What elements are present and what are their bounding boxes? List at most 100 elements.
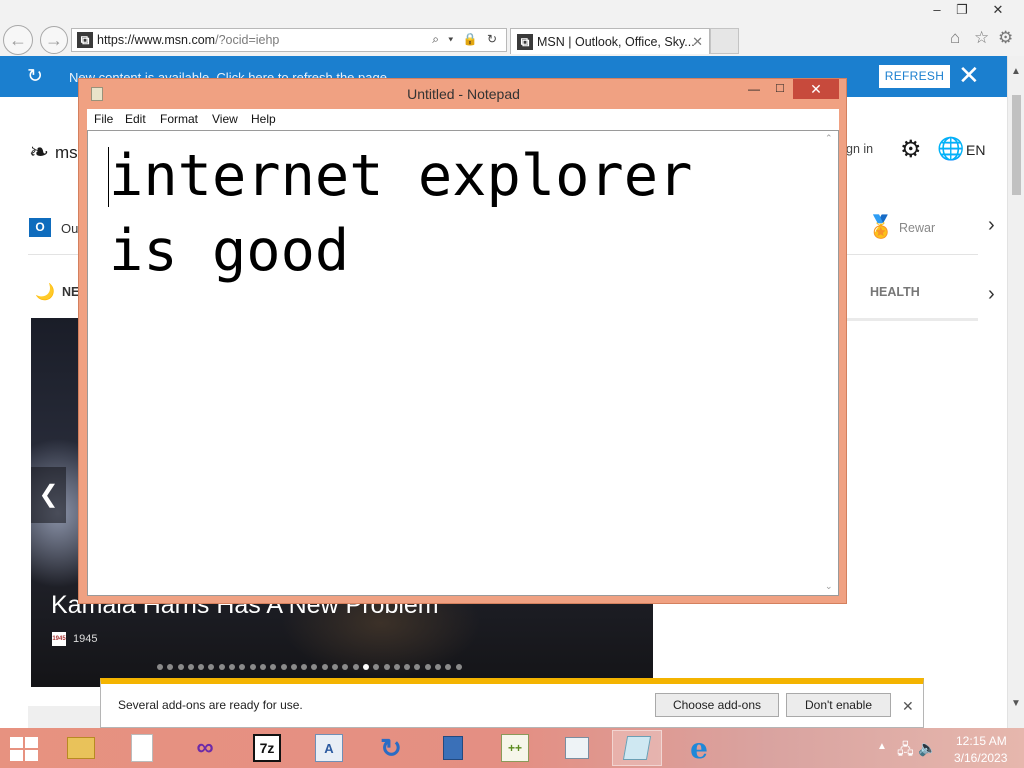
carousel-dot[interactable] [218,664,225,670]
carousel-dots[interactable] [157,664,527,672]
scroll-down-arrow-icon[interactable]: ▼ [1011,698,1021,709]
carousel-prev-button[interactable]: ❮ [31,467,66,523]
taskbar-remote-tools[interactable] [428,730,478,766]
menu-help[interactable]: Help [251,112,276,126]
notepad-minimize-button[interactable]: — [748,82,760,96]
window-restore-button[interactable]: ❐ [947,0,977,20]
carousel-dot[interactable] [239,664,246,670]
msn-brand[interactable]: ms [55,143,78,163]
carousel-dot[interactable] [373,664,380,670]
choose-addons-button[interactable]: Choose add-ons [655,693,779,717]
browser-chrome: ← → ⧉ https://www.msn.com/?ocid=iehp ⌕ ▾… [0,0,1024,56]
notepad-close-button[interactable]: ✕ [793,79,839,99]
chevron-right-icon[interactable]: › [988,214,995,237]
notepad-maximize-button[interactable]: □ [776,80,784,95]
volume-icon[interactable]: 🔈 [918,739,937,757]
menu-view[interactable]: View [212,112,238,126]
new-tab-button[interactable] [710,28,739,54]
scroll-up-arrow-icon[interactable]: ⌃ [825,133,833,144]
msn-settings-gear-icon[interactable]: ⚙ [900,135,922,164]
carousel-dot[interactable] [229,664,236,670]
tab-msn[interactable]: ⧉ MSN | Outlook, Office, Sky... ✕ [510,28,710,54]
window-close-button[interactable]: ✕ [983,0,1013,20]
msn-butterfly-icon[interactable]: ❧ [29,138,49,167]
page-scrollbar[interactable]: ▲ ▼ [1007,56,1024,728]
taskbar-wordpad[interactable]: A [304,730,354,766]
start-button[interactable] [10,737,38,761]
scroll-up-arrow-icon[interactable]: ▲ [1011,66,1021,77]
carousel-dot[interactable] [352,664,359,670]
carousel-dot[interactable] [280,664,287,670]
scroll-thumb[interactable] [1012,95,1021,195]
taskbar-notepad-plus-plus[interactable]: ++ [490,730,540,766]
carousel-dot[interactable] [393,664,400,670]
nav-health[interactable]: HEALTH [870,285,920,299]
home-icon[interactable]: ⌂ [950,28,960,48]
carousel-dot[interactable] [342,664,349,670]
taskbar-network-refresh[interactable]: ↻ [366,730,416,766]
carousel-dot[interactable] [270,664,277,670]
carousel-dot[interactable] [187,664,194,670]
settings-gear-icon[interactable]: ⚙ [998,28,1013,48]
network-icon[interactable]: 🖧 [897,739,914,764]
clock-time[interactable]: 12:15 AM [956,734,1007,748]
rewards-medal-icon[interactable]: 🏅 [867,214,894,240]
taskbar-internet-explorer[interactable]: e [674,730,724,766]
carousel-dot[interactable] [208,664,215,670]
carousel-dot[interactable] [383,664,390,670]
tab-close-button[interactable]: ✕ [692,34,703,50]
taskbar-visual-studio[interactable]: ∞ [180,730,230,766]
carousel-dot[interactable] [311,664,318,670]
carousel-dot[interactable] [445,664,452,670]
carousel-dot[interactable] [455,664,462,670]
notification-close-button[interactable]: ✕ [902,698,914,715]
notepad-text-area[interactable]: internet explorer is good ⌃ ⌄ [87,130,839,596]
carousel-dot[interactable] [198,664,205,670]
taskbar-blank-document[interactable] [117,730,167,766]
carousel-dot[interactable] [157,664,163,670]
outlook-icon[interactable]: O [29,218,51,237]
carousel-dot[interactable] [332,664,339,670]
carousel-dot[interactable] [249,664,256,670]
favorites-star-icon[interactable]: ☆ [974,28,989,48]
rewards-link[interactable]: Rewar [899,221,935,235]
address-bar[interactable]: ⧉ https://www.msn.com/?ocid=iehp ⌕ ▾ 🔒 ↻ [71,28,507,52]
back-button[interactable]: ← [3,25,33,55]
carousel-dot[interactable] [414,664,421,670]
tray-overflow-icon[interactable]: ▲ [877,741,887,752]
notepad-scrollbar[interactable]: ⌃ ⌄ [821,131,838,595]
clock-date[interactable]: 3/16/2023 [954,751,1007,765]
nav-news[interactable]: NE [62,285,79,299]
globe-icon[interactable]: 🌐 [937,136,964,162]
notepad-window[interactable]: Untitled - Notepad — □ ✕ File Edit Forma… [78,78,847,604]
taskbar-notepad-active[interactable] [612,730,662,766]
chevron-right-icon[interactable]: › [988,283,995,306]
carousel-dot[interactable] [362,664,369,670]
carousel-dot[interactable] [321,664,328,670]
sign-in-link[interactable]: gn in [846,142,873,156]
address-url[interactable]: https://www.msn.com/?ocid=iehp [97,33,279,47]
taskbar-file-explorer[interactable] [56,730,106,766]
carousel-dot[interactable] [435,664,442,670]
carousel-dot[interactable] [259,664,266,670]
carousel-dot[interactable] [424,664,431,670]
notepad-content[interactable]: internet explorer is good [109,139,692,289]
forward-button[interactable]: → [40,26,68,54]
menu-file[interactable]: File [94,112,113,126]
carousel-dot[interactable] [301,664,308,670]
carousel-dot[interactable] [177,664,184,670]
refresh-button[interactable]: REFRESH [879,65,950,88]
language-selector[interactable]: EN [966,142,985,158]
carousel-dot[interactable] [290,664,297,670]
taskbar-notepad[interactable] [552,730,602,766]
address-tools[interactable]: ⌕ ▾ 🔒 ↻ [432,32,500,47]
menu-edit[interactable]: Edit [125,112,146,126]
carousel-dot[interactable] [167,664,174,670]
banner-close-button[interactable]: ✕ [958,60,980,91]
taskbar-7-zip[interactable]: 7z [242,730,292,766]
menu-format[interactable]: Format [160,112,198,126]
carousel-dot[interactable] [404,664,411,670]
dont-enable-button[interactable]: Don't enable [786,693,891,717]
scroll-down-arrow-icon[interactable]: ⌄ [825,581,833,592]
outlook-link[interactable]: Ou [61,221,78,236]
